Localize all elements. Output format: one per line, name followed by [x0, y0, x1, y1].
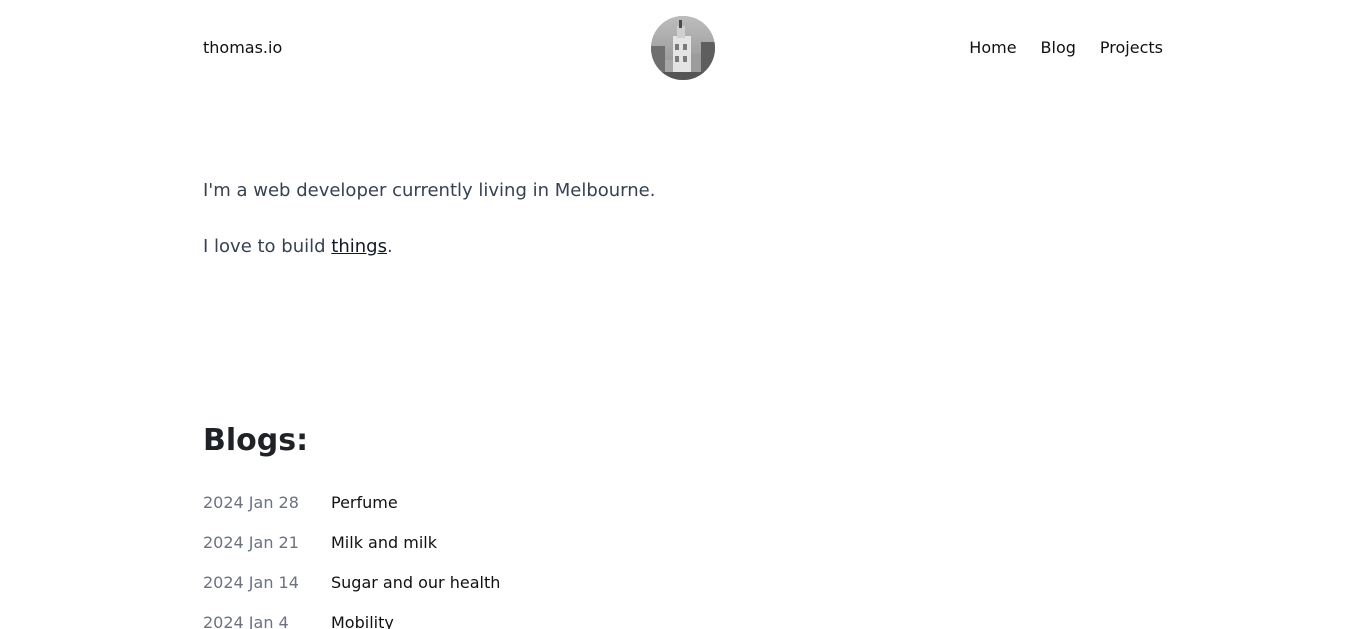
blog-date: 2024 Jan 28: [203, 493, 299, 512]
blog-title-link[interactable]: Sugar and our health: [331, 573, 500, 593]
list-item: 2024 Jan 21 Milk and milk: [203, 533, 500, 573]
blog-title-link[interactable]: Perfume: [331, 493, 398, 513]
nav-home-link[interactable]: Home: [969, 38, 1016, 58]
main-nav: Home Blog Projects: [969, 38, 1163, 58]
list-item: 2024 Jan 4 Mobility: [203, 613, 500, 629]
site-header: thomas.io Home Blog Projects: [203, 16, 1163, 80]
intro-line-2: I love to build things.: [203, 235, 1163, 259]
avatar[interactable]: [651, 16, 715, 80]
things-link[interactable]: things: [331, 236, 387, 257]
blog-title-link[interactable]: Milk and milk: [331, 533, 437, 553]
intro-line-2-suffix: .: [386, 236, 393, 257]
nav-blog-link[interactable]: Blog: [1041, 38, 1076, 58]
avatar-photo-icon: [651, 16, 715, 80]
page: thomas.io Home Blog Projects I'm a web d…: [0, 0, 1366, 629]
blog-date: 2024 Jan 14: [203, 573, 299, 592]
intro-section: I'm a web developer currently living in …: [203, 179, 1163, 259]
blog-list: 2024 Jan 28 Perfume 2024 Jan 21 Milk and…: [203, 493, 500, 629]
blog-title-link[interactable]: Mobility: [331, 613, 394, 629]
intro-line-1: I'm a web developer currently living in …: [203, 180, 656, 201]
blog-date: 2024 Jan 4: [203, 613, 289, 629]
blogs-heading: Blogs:: [203, 423, 309, 458]
blogs-section: Blogs: 2024 Jan 28 Perfume 2024 Jan 21 M…: [203, 421, 1163, 629]
blog-date: 2024 Jan 21: [203, 533, 299, 552]
site-name-link[interactable]: thomas.io: [203, 38, 282, 58]
intro-line-2-prefix: I love to build: [203, 236, 332, 257]
list-item: 2024 Jan 28 Perfume: [203, 493, 500, 533]
nav-projects-link[interactable]: Projects: [1100, 38, 1163, 58]
list-item: 2024 Jan 14 Sugar and our health: [203, 573, 500, 613]
